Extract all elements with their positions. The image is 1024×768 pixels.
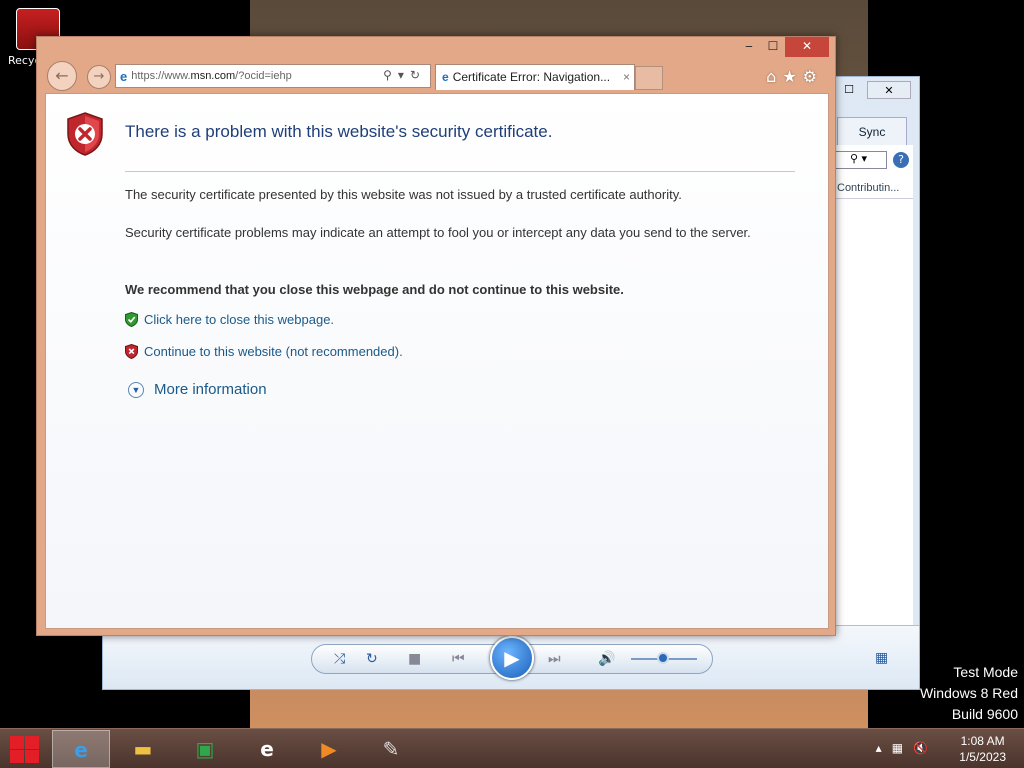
play-button[interactable]: ▶ bbox=[490, 636, 534, 680]
windows-logo-icon bbox=[25, 750, 39, 763]
clock[interactable]: 1:08 AM 1/5/2023 bbox=[959, 733, 1006, 765]
maximize-button[interactable]: ☐ bbox=[761, 37, 785, 57]
volume-icon[interactable]: 🔊 bbox=[598, 651, 615, 667]
volume-knob[interactable] bbox=[657, 652, 669, 664]
continue-website-link[interactable]: Continue to this website (not recommende… bbox=[125, 344, 403, 359]
folder-icon: ▬ bbox=[133, 737, 153, 761]
search-icon[interactable]: ⚲ bbox=[383, 68, 398, 82]
volume-muted-icon[interactable]: 🔇 bbox=[913, 741, 938, 755]
address-tools: ⚲▾↻ bbox=[383, 68, 426, 82]
close-button[interactable]: ✕ bbox=[867, 81, 911, 99]
continue-link-label: Continue to this website (not recommende… bbox=[144, 344, 403, 359]
test-mode-watermark: Test Mode Windows 8 Red Build 9600 bbox=[920, 662, 1018, 725]
close-webpage-link[interactable]: Click here to close this webpage. bbox=[125, 312, 334, 327]
certificate-error-page: There is a problem with this website's s… bbox=[45, 93, 829, 629]
tab-close-icon[interactable]: × bbox=[623, 65, 630, 89]
divider bbox=[125, 171, 795, 172]
ie-icon: e bbox=[260, 737, 274, 761]
address-domain: msn.com bbox=[190, 70, 236, 82]
clock-time: 1:08 AM bbox=[960, 734, 1005, 748]
media-player-caption-buttons: ☐ ✕ bbox=[835, 81, 911, 99]
window-caption-buttons: ‒ ☐ ✕ bbox=[737, 37, 829, 57]
favorites-icon[interactable]: ★ bbox=[782, 67, 802, 86]
more-information-toggle[interactable]: ▼ More information bbox=[128, 381, 267, 398]
windows-logo-icon bbox=[10, 736, 24, 749]
network-icon[interactable]: ▦ bbox=[892, 741, 913, 755]
system-tray: ▴▦🔇 bbox=[876, 741, 938, 755]
gear-icon[interactable]: ⚙ bbox=[803, 67, 823, 86]
taskbar-paint[interactable]: ✎ bbox=[362, 730, 420, 768]
switch-view-icon[interactable]: ▦ bbox=[875, 650, 888, 666]
tab-certificate-error[interactable]: e Certificate Error: Navigation... × bbox=[435, 64, 635, 90]
description-text: The security certificate presented by th… bbox=[125, 187, 682, 202]
windows-logo-icon bbox=[25, 736, 39, 749]
store-icon: ▣ bbox=[195, 737, 215, 761]
clock-date: 1/5/2023 bbox=[959, 750, 1006, 764]
shuffle-icon[interactable]: ⤮ bbox=[334, 651, 345, 667]
taskbar-internet-explorer[interactable]: e bbox=[52, 730, 110, 768]
search-icon: ⚲ ▾ bbox=[850, 152, 868, 165]
dropdown-icon[interactable]: ▾ bbox=[398, 68, 410, 82]
maximize-button[interactable]: ☐ bbox=[835, 81, 863, 99]
ie-icon: e bbox=[120, 68, 128, 84]
watermark-line: Test Mode bbox=[953, 664, 1018, 680]
next-icon[interactable]: ⏭ bbox=[548, 651, 561, 667]
repeat-icon[interactable]: ↻ bbox=[366, 651, 378, 667]
close-button[interactable]: ✕ bbox=[785, 37, 829, 57]
media-search-input[interactable]: ⚲ ▾ bbox=[835, 151, 887, 169]
browser-window[interactable]: ‒ ☐ ✕ ← → e https://www. msn.com/?ocid=ie… bbox=[36, 36, 836, 636]
taskbar-store[interactable]: ▣ bbox=[176, 730, 234, 768]
address-bar[interactable]: e https://www. msn.com/?ocid=iehp ⚲▾↻ bbox=[115, 64, 431, 88]
chevron-down-icon: ▼ bbox=[128, 381, 144, 398]
error-shield-icon bbox=[67, 112, 103, 156]
warning-text: Security certificate problems may indica… bbox=[125, 225, 751, 240]
windows-logo-icon bbox=[10, 750, 24, 763]
media-player-panel bbox=[835, 145, 913, 625]
toolbar-icons: ⌂★⚙ bbox=[766, 67, 823, 86]
tab-title: Certificate Error: Navigation... bbox=[452, 70, 611, 84]
taskbar-file-explorer[interactable]: ▬ bbox=[114, 730, 172, 768]
new-tab-button[interactable] bbox=[635, 66, 663, 90]
minimize-button[interactable]: ‒ bbox=[737, 37, 761, 57]
watermark-line: Windows 8 Red bbox=[919, 685, 1018, 701]
unsafe-shield-icon bbox=[125, 344, 138, 359]
recommendation-text: We recommend that you close this webpage… bbox=[125, 282, 624, 297]
forward-button[interactable]: → bbox=[87, 65, 111, 89]
ie-icon: e bbox=[74, 738, 88, 762]
watermark-line: Build 9600 bbox=[951, 706, 1018, 722]
ie-icon: e bbox=[442, 70, 449, 84]
taskbar: e ▬ ▣ e ▶ ✎ ▴▦🔇 1:08 AM 1/5/2023 bbox=[0, 728, 1024, 768]
back-button[interactable]: ← bbox=[47, 61, 77, 91]
stop-icon[interactable]: ■ bbox=[408, 651, 421, 667]
refresh-icon[interactable]: ↻ bbox=[410, 68, 426, 82]
taskbar-media-player[interactable]: ▶ bbox=[300, 730, 358, 768]
address-suffix: /?ocid=iehp bbox=[235, 70, 292, 82]
tab-sync[interactable]: Sync bbox=[837, 117, 907, 145]
previous-icon[interactable]: ⏮ bbox=[452, 651, 465, 667]
media-player-icon: ▶ bbox=[321, 737, 337, 761]
close-link-label: Click here to close this webpage. bbox=[144, 312, 335, 327]
safe-shield-icon bbox=[125, 312, 138, 327]
show-hidden-icons-icon[interactable]: ▴ bbox=[876, 741, 892, 755]
page-title: There is a problem with this website's s… bbox=[125, 122, 553, 141]
column-header[interactable]: Contributin... bbox=[835, 177, 913, 199]
address-prefix: https://www. bbox=[131, 70, 191, 82]
help-icon[interactable]: ? bbox=[893, 152, 909, 168]
taskbar-internet-explorer-2[interactable]: e bbox=[238, 730, 296, 768]
more-info-label: More information bbox=[154, 381, 267, 398]
home-icon[interactable]: ⌂ bbox=[766, 67, 782, 86]
start-button[interactable] bbox=[8, 735, 40, 763]
paint-icon: ✎ bbox=[382, 737, 400, 761]
